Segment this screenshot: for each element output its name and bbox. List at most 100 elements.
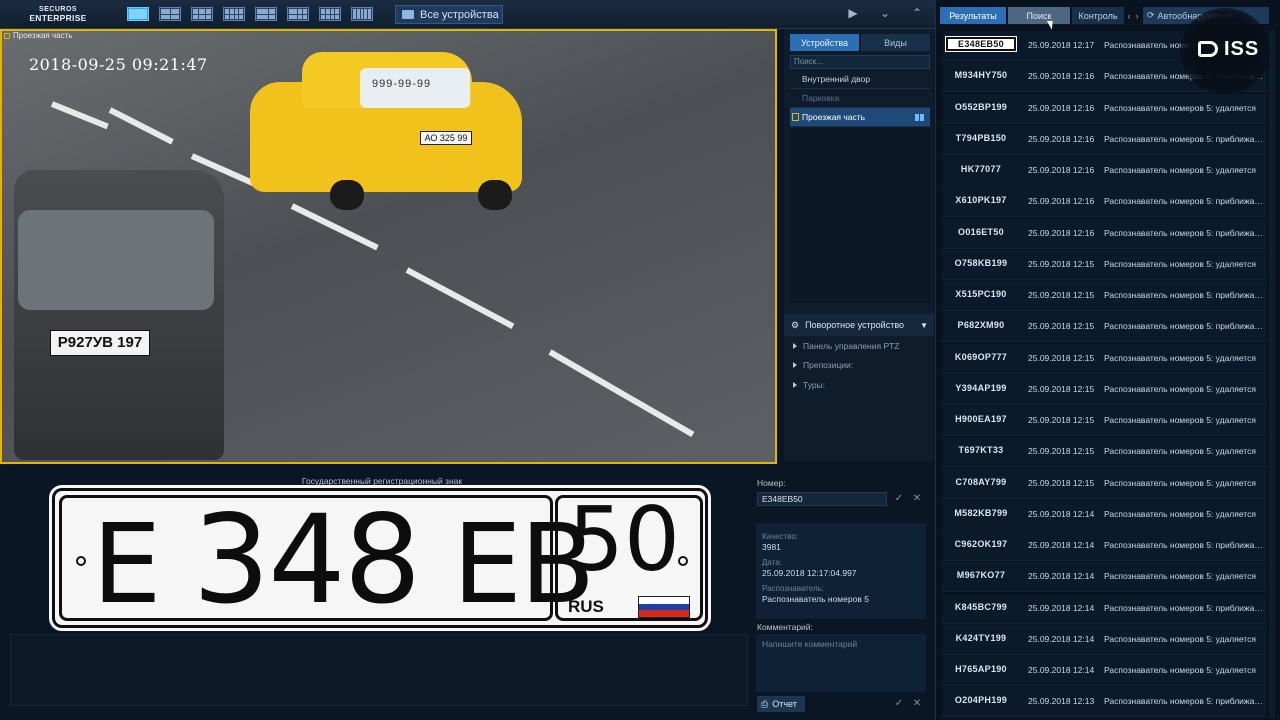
result-row[interactable]: T794PB150 25.09.2018 12:16 Распознаватель … [942,124,1266,155]
comment-textarea[interactable]: Напишите комментарий [756,634,926,692]
result-date: 25.09.2018 12:15 [1028,383,1095,394]
plate-bolt [76,556,86,566]
all-devices-button[interactable]: Все устройства [395,5,503,24]
chevron-up-icon[interactable]: ⌃ [910,6,924,20]
tab-search[interactable]: Поиск [1008,7,1070,24]
ptz-tours-item[interactable]: Туры: [793,380,825,390]
result-plate: O552BP199 [954,101,1008,112]
result-event: Распознаватель номеров 5: удаляется [1104,415,1256,425]
result-row[interactable]: X610PK197 25.09.2018 12:16 Распознаватель … [942,187,1266,218]
layout-1plus7-button[interactable] [287,7,309,21]
result-event: Распознаватель номеров 5: удаляется [1104,571,1256,582]
tab-control[interactable]: Контроль [1072,7,1124,24]
result-plate: O016ET50 [958,226,1004,237]
layout-custom-button[interactable] [319,7,341,21]
number-input[interactable]: E348EB50 [757,492,887,506]
result-date: 25.09.2018 12:14 [1028,540,1095,550]
result-date: 25.09.2018 12:16 [1028,227,1095,238]
result-row[interactable]: M582KB799 25.09.2018 12:14 Распознаватель … [942,499,1266,530]
result-plate: O758KB199 [954,257,1008,268]
license-plate-image: E 348 EB 50 RUS [49,485,711,631]
confirm-check-icon[interactable]: ✓ [893,493,905,505]
tab-results[interactable]: Результаты [940,7,1006,24]
camera-label-text: Проезжая часть [13,31,73,40]
result-event: Распознаватель номеров 5: приближается [1104,321,1264,332]
result-plate: C708AY799 [955,476,1007,487]
result-plate: X515PC190 [955,289,1007,299]
layout-1plus5-button[interactable] [255,7,277,21]
results-scrollbar[interactable] [1269,30,1275,718]
ptz-item-label: Туры: [803,380,826,390]
expand-arrow-icon [793,382,797,388]
result-date: 25.09.2018 12:17 [1028,40,1095,50]
result-row[interactable]: P682XM90 25.09.2018 12:15 Распознаватель н… [942,312,1266,343]
device-item-parking[interactable]: Парковка [790,89,930,108]
result-event: Распознаватель номеров 5: удаляется [1104,165,1256,175]
result-row[interactable]: T697KT33 25.09.2018 12:15 Распознаватель н… [942,437,1266,468]
result-row[interactable]: M967KO77 25.09.2018 12:14 Распознаватель н… [942,562,1266,593]
result-plate: C962OK197 [954,539,1008,549]
clear-x-icon[interactable]: ✕ [911,698,923,710]
result-row[interactable]: O758KB199 25.09.2018 12:15 Распознаватель … [942,249,1266,280]
chevron-right-icon[interactable]: ▶ [846,6,860,20]
ptz-presets-item[interactable]: Препозиции: [793,360,853,370]
app-logo: SECUROS ENTERPRISE [22,6,94,22]
confirm-check-icon[interactable]: ✓ [893,698,905,710]
report-button[interactable]: ⎙ Отчет [757,696,805,712]
plate-letter1: E [92,500,162,628]
clear-x-icon[interactable]: ✕ [911,493,923,505]
layout-3x3-button[interactable] [191,7,213,21]
result-row[interactable]: C708AY799 25.09.2018 12:15 Распознаватель … [942,468,1266,499]
device-item-roadway[interactable]: Проезжая часть [790,108,930,127]
layout-2x2-button[interactable] [159,7,181,21]
russia-flag-icon [638,596,690,618]
device-item-courtyard[interactable]: Внутренний двор [790,70,930,89]
result-row[interactable]: X515PC190 25.09.2018 12:15 Распознаватель … [942,281,1266,311]
result-row[interactable]: C962OK197 25.09.2018 12:14 Распознаватель … [942,531,1266,561]
result-date: 25.09.2018 12:16 [1028,71,1095,82]
result-row[interactable]: O016ET50 25.09.2018 12:16 Распознаватель н… [942,218,1266,249]
result-row[interactable]: HK77077 25.09.2018 12:16 Распознаватель но… [942,156,1266,186]
result-row[interactable]: K424TY199 25.09.2018 12:14 Распознаватель … [942,624,1266,655]
result-row[interactable]: O552BP199 25.09.2018 12:16 Распознаватель … [942,93,1266,124]
result-plate: H765AP190 [955,664,1007,674]
result-row[interactable]: O204PH199 25.09.2018 12:13 Распознаватель … [942,687,1266,718]
tab-views[interactable]: Виды [861,34,930,51]
result-date: 25.09.2018 12:16 [1028,165,1095,175]
result-row[interactable]: Y394AP199 25.09.2018 12:15 Распознаватель … [942,374,1266,405]
result-date: 25.09.2018 12:15 [1028,321,1095,332]
device-search-input[interactable]: Поиск... [790,55,930,69]
result-row[interactable]: K069OP777 25.09.2018 12:15 Распознаватель … [942,343,1266,374]
result-plate: K424TY199 [955,632,1007,643]
result-row[interactable]: H900EA197 25.09.2018 12:15 Распознаватель … [942,406,1266,436]
result-plate: HK77077 [960,164,1002,174]
tab-next-icon[interactable]: › [1133,7,1141,24]
result-event: Распознаватель номеров 5: приближается [1104,540,1264,550]
device-list-empty [790,128,930,303]
iss-watermark: ISS [1180,8,1270,94]
tab-devices[interactable]: Устройства [790,34,859,51]
result-row[interactable]: H765AP190 25.09.2018 12:14 Распознаватель … [942,656,1266,686]
chevron-down-icon[interactable]: ⌄ [878,6,892,20]
plate-bolt [678,556,688,566]
result-plate: T794PB150 [955,132,1007,143]
printer-icon: ⎙ [761,698,769,709]
ptz-control-panel-item[interactable]: Панель управления PTZ [793,341,900,351]
report-button-label: Отчет [772,699,797,709]
date-label: Дата: [762,558,782,567]
result-event: Распознаватель номеров 5: удаляется [1104,665,1256,675]
plate-region: 50 [568,488,680,591]
result-plate: K069OP777 [954,351,1008,362]
result-date: 25.09.2018 12:16 [1028,196,1095,207]
result-row[interactable]: K845BC799 25.09.2018 12:14 Распознаватель … [942,593,1266,624]
camera-icon [4,32,10,39]
result-plate: T697KT33 [958,445,1004,456]
result-plate: X610PK197 [955,195,1007,206]
ptz-header[interactable]: ⚙ Поворотное устройство ▼ [784,314,934,336]
layout-4x4-button[interactable] [223,7,245,21]
result-event: Распознаватель номеров 5: удаляется [1104,508,1256,519]
layout-more-button[interactable] [351,7,373,21]
layout-1x1-button[interactable] [127,7,149,21]
plate-main-text: E 348 EB [92,499,595,624]
tab-prev-icon[interactable]: ‹ [1125,7,1133,24]
